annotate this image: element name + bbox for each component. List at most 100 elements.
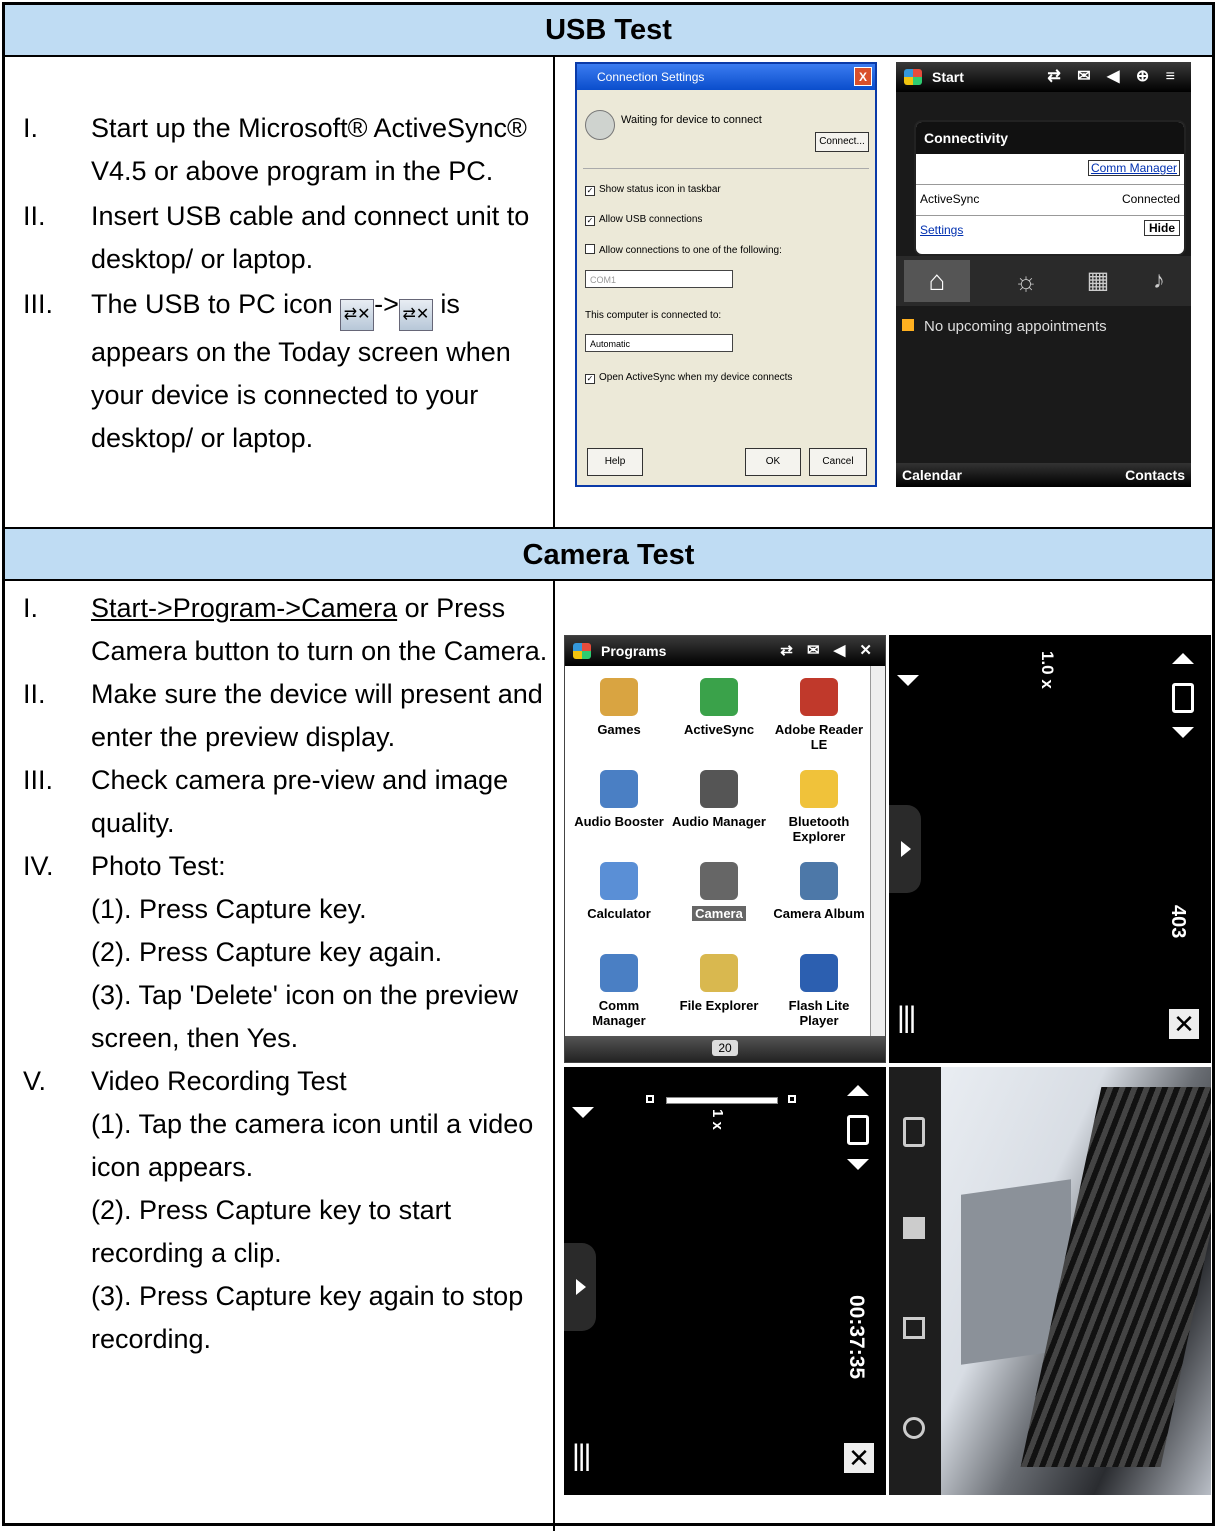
menu-icon[interactable]: |||: [572, 1439, 591, 1473]
program-label: Camera Album: [773, 906, 865, 921]
usb-steps: I. Start up the Microsoft® ActiveSync® V…: [23, 107, 553, 460]
close-camera-button[interactable]: ✕: [1169, 1009, 1199, 1039]
programs-item-comm-manager[interactable]: Comm Manager: [571, 954, 667, 1028]
usb-step-3-num: III.: [23, 289, 54, 319]
programs-scrollbar[interactable]: [870, 666, 885, 1036]
audio-manager-icon: [700, 770, 738, 808]
camera-step-2-num: II.: [23, 679, 46, 709]
usb-step-2: II. Insert USB cable and connect unit to…: [23, 195, 553, 281]
program-label: Bluetooth Explorer: [788, 814, 850, 844]
list-icon[interactable]: [903, 1217, 925, 1239]
activesync-status: Connected: [1121, 192, 1180, 206]
programs-item-adobe-reader[interactable]: Adobe Reader LE: [771, 678, 867, 752]
file-explorer-icon: [700, 954, 738, 992]
phone-tabs: ⌂ ☼ ▦ ♪: [896, 256, 1191, 306]
sync-icon: [585, 110, 615, 140]
programs-item-calculator[interactable]: Calculator: [571, 862, 667, 921]
program-label: ActiveSync: [683, 722, 755, 737]
camera-step-2-text: Make sure the device will present and en…: [91, 679, 543, 752]
appointments-row[interactable]: No upcoming appointments: [902, 318, 1107, 335]
camera-mode-icon[interactable]: [1172, 683, 1194, 713]
com-port-select[interactable]: COM1: [585, 270, 733, 288]
open-activesync-checkbox[interactable]: Open ActiveSync when my device connects: [585, 372, 792, 384]
allow-connections-checkbox[interactable]: Allow connections to one of the followin…: [585, 244, 782, 256]
photo-viewfinder: 1.0 x 403 ||| ✕: [889, 635, 1211, 1063]
cancel-button[interactable]: Cancel: [809, 448, 867, 476]
apps-tab-icon[interactable]: ▦: [1068, 260, 1128, 302]
settings-link[interactable]: Settings: [920, 223, 963, 237]
usb-pc-icon-disconnected: ⇄✕: [340, 299, 375, 331]
programs-item-flash-lite[interactable]: Flash Lite Player: [771, 954, 867, 1028]
programs-item-activesync[interactable]: ActiveSync: [671, 678, 767, 737]
mode-up-arrow-icon[interactable]: [1172, 653, 1194, 664]
contacts-softkey[interactable]: Contacts: [1125, 463, 1185, 487]
home-tab-icon[interactable]: ⌂: [904, 260, 970, 302]
collapse-arrow-icon[interactable]: [572, 1107, 594, 1118]
mode-down-arrow-icon[interactable]: [847, 1159, 869, 1170]
video-mode-icon[interactable]: [847, 1115, 869, 1145]
windows-logo-icon: [573, 643, 591, 659]
programs-footer: 20: [565, 1036, 885, 1062]
show-status-checkbox[interactable]: Show status icon in taskbar: [585, 184, 721, 196]
mode-down-arrow-icon[interactable]: [1172, 727, 1194, 738]
close-camera-button[interactable]: ✕: [844, 1443, 874, 1473]
program-label: File Explorer: [679, 998, 759, 1013]
comm-manager-link[interactable]: Comm Manager: [1087, 160, 1180, 176]
zoom-min-icon: [646, 1095, 654, 1103]
connected-to-select[interactable]: Automatic: [585, 334, 733, 352]
side-panel-tab[interactable]: [564, 1243, 596, 1331]
status-icons[interactable]: ⇄ ✉ ◀ ⊕ ≡: [1047, 62, 1181, 92]
programs-item-file-explorer[interactable]: File Explorer: [671, 954, 767, 1013]
activesync-row: ActiveSync Connected: [916, 185, 1184, 216]
usb-pc-icon-connected: ⇄✕: [398, 299, 433, 331]
expand-arrow-icon: [576, 1279, 586, 1295]
hide-button[interactable]: Hide: [1143, 220, 1180, 236]
photo-substep-3: (3). Tap 'Delete' icon on the preview sc…: [91, 980, 519, 1053]
programs-item-audio-booster[interactable]: Audio Booster: [571, 770, 667, 829]
program-label: Audio Manager: [672, 814, 766, 829]
side-panel-tab[interactable]: [889, 805, 921, 893]
music-tab-icon[interactable]: ♪: [1134, 260, 1184, 302]
dialog-close-button[interactable]: X: [854, 67, 872, 86]
allow-usb-checkbox[interactable]: Allow USB connections: [585, 214, 702, 226]
zoom-slider[interactable]: [666, 1097, 778, 1104]
ok-button[interactable]: OK: [745, 448, 801, 476]
video-zoom-label: 1 x: [709, 1109, 726, 1130]
connect-button[interactable]: Connect...: [815, 132, 869, 152]
mode-up-arrow-icon[interactable]: [847, 1085, 869, 1096]
camera-test-heading: Camera Test: [5, 527, 1212, 581]
calendar-softkey[interactable]: Calendar: [902, 463, 962, 487]
programs-item-camera-album[interactable]: Camera Album: [771, 862, 867, 921]
start-label[interactable]: Start: [932, 69, 964, 85]
connection-settings-dialog: Connection Settings X Waiting for device…: [575, 62, 877, 487]
photo-remaining-count: 403: [1167, 905, 1189, 939]
settings-row: Settings Hide: [916, 216, 1184, 246]
camera-icon: [700, 862, 738, 900]
program-label: Camera: [692, 906, 746, 921]
programs-screen: Programs ⇄ ✉ ◀ ✕ Games ActiveSync Adobe Re…: [564, 635, 886, 1063]
connectivity-title: Connectivity: [916, 122, 1184, 154]
programs-item-camera[interactable]: Camera: [671, 862, 767, 921]
programs-title: Programs: [601, 643, 667, 659]
windows-logo-icon: [904, 69, 922, 85]
zoom-icon[interactable]: [903, 1417, 925, 1439]
help-button[interactable]: Help: [587, 448, 643, 476]
video-substep-1: (1). Tap the camera icon until a video i…: [91, 1109, 534, 1182]
dialog-status: Waiting for device to connect: [621, 114, 762, 126]
camera-path-link: Start->Program->Camera: [91, 593, 398, 623]
send-icon[interactable]: [903, 1317, 925, 1339]
usb-column-divider: [553, 57, 555, 527]
usb-step-1-num: I.: [23, 113, 39, 143]
programs-item-games[interactable]: Games: [571, 678, 667, 737]
programs-status-icons[interactable]: ⇄ ✉ ◀ ✕: [780, 636, 877, 666]
audio-booster-icon: [600, 770, 638, 808]
weather-tab-icon[interactable]: ☼: [996, 260, 1056, 302]
programs-item-bluetooth-explorer[interactable]: Bluetooth Explorer: [771, 770, 867, 844]
menu-icon[interactable]: |||: [897, 1001, 916, 1035]
programs-item-audio-manager[interactable]: Audio Manager: [671, 770, 767, 829]
phone-softkeys: Calendar Contacts: [896, 463, 1191, 487]
camera-icon[interactable]: [903, 1117, 925, 1147]
usb-step-3-arrow: ->: [374, 289, 399, 319]
collapse-arrow-icon[interactable]: [897, 675, 919, 686]
usb-step-3: III. The USB to PC icon ⇄✕ -> ⇄✕ is appear…: [23, 283, 553, 460]
